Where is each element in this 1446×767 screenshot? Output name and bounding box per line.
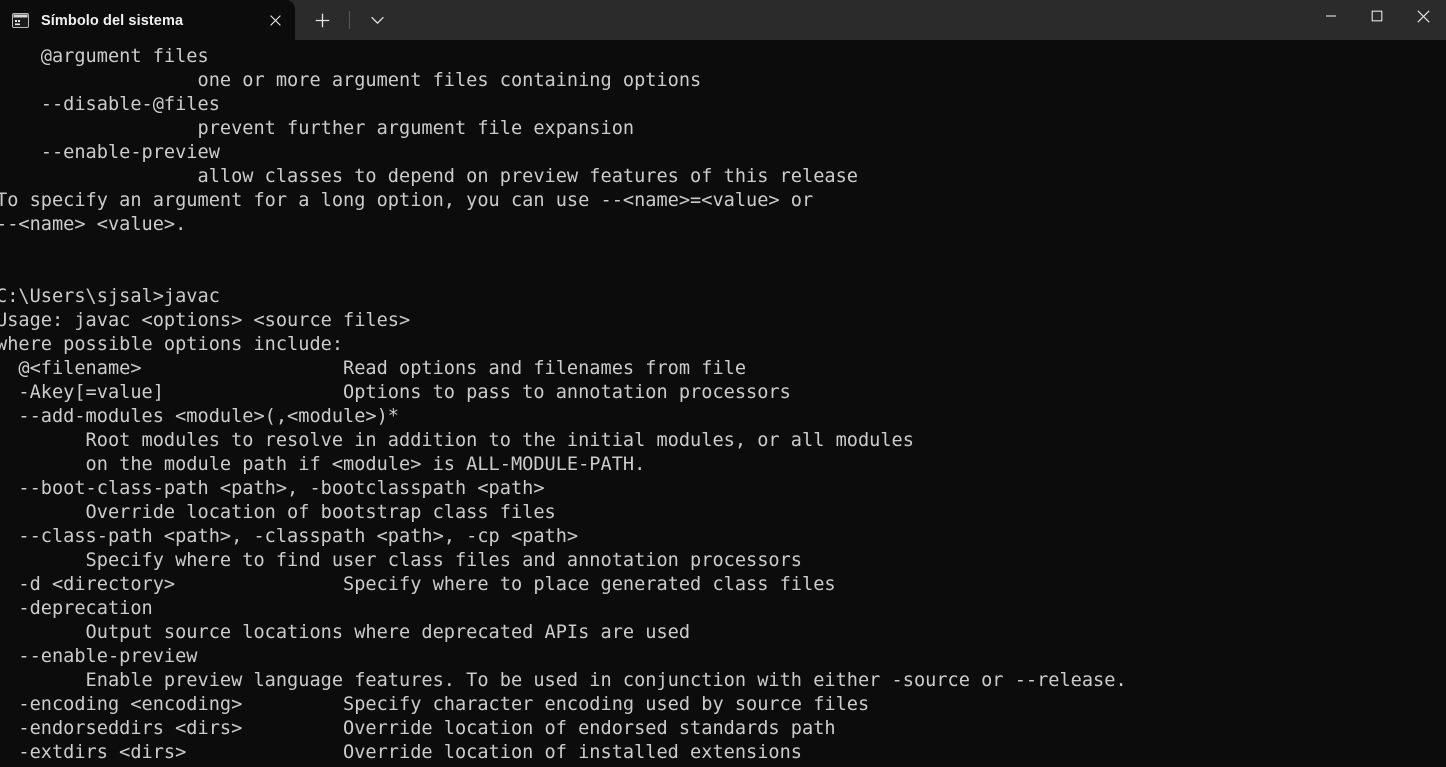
terminal-line: --disable-@files [0,94,220,115]
tab-strip-actions [295,0,395,40]
terminal-line: -d <directory> Specify where to place ge… [0,574,836,595]
close-icon [269,14,281,26]
terminal-line: --add-modules <module>(,<module>)* [0,406,399,427]
tab-simbolo-del-sistema[interactable]: Símbolo del sistema [0,0,295,40]
close-button[interactable] [1400,0,1446,32]
close-icon [1416,9,1430,23]
tab-dropdown-button[interactable] [359,5,395,35]
terminal-line: on the module path if <module> is ALL-MO… [0,454,646,475]
tab-close-button[interactable] [258,6,292,34]
chevron-down-icon [370,16,384,24]
terminal-output[interactable]: @argument files one or more argument fil… [0,45,1446,767]
terminal-window: Símbolo del sistema @argument files one … [0,0,1446,767]
terminal-line: -Akey[=value] Options to pass to annotat… [0,382,791,403]
terminal-line: one or more argument files containing op… [0,70,702,91]
tab-title: Símbolo del sistema [41,12,184,29]
terminal-line: --class-path <path>, -classpath <path>, … [0,526,579,547]
terminal-line: --enable-preview [0,646,198,667]
new-tab-button[interactable] [304,5,340,35]
tab-strip: Símbolo del sistema [0,0,395,40]
terminal-line: -deprecation [0,598,153,619]
terminal-pane[interactable]: @argument files one or more argument fil… [0,40,1446,767]
terminal-line: @argument files [0,46,209,67]
terminal-line: --boot-class-path <path>, -bootclasspath… [0,478,545,499]
terminal-line: C:\Users\sjsal>javac [0,286,220,307]
window-caption-buttons [1308,0,1446,40]
terminal-line: Usage: javac <options> <source files> [0,310,411,331]
terminal-line: prevent further argument file expansion [0,118,635,139]
terminal-line: -endorseddirs <dirs> Override location o… [0,718,836,739]
title-bar[interactable]: Símbolo del sistema [0,0,1446,40]
terminal-line: Override location of bootstrap class fil… [0,502,556,523]
maximize-button[interactable] [1354,0,1400,32]
terminal-line: @<filename> Read options and filenames f… [0,358,747,379]
terminal-line: allow classes to depend on preview featu… [0,166,858,187]
tab-actions-separator [349,11,350,29]
terminal-line: --<name> <value>. [0,214,187,235]
maximize-icon [1371,10,1383,22]
minimize-icon [1326,15,1336,17]
terminal-line: -extdirs <dirs> Override location of ins… [0,742,802,763]
terminal-line: To specify an argument for a long option… [0,190,814,211]
terminal-line: Root modules to resolve in addition to t… [0,430,914,451]
minimize-button[interactable] [1308,0,1354,32]
terminal-line: Specify where to find user class files a… [0,550,802,571]
terminal-line: Output source locations where deprecated… [0,622,691,643]
console-icon [12,12,29,28]
terminal-line: Enable preview language features. To be … [0,670,1127,691]
terminal-line: --enable-preview [0,142,220,163]
terminal-line: where possible options include: [0,334,344,355]
terminal-line: -encoding <encoding> Specify character e… [0,694,870,715]
plus-icon [315,13,329,27]
